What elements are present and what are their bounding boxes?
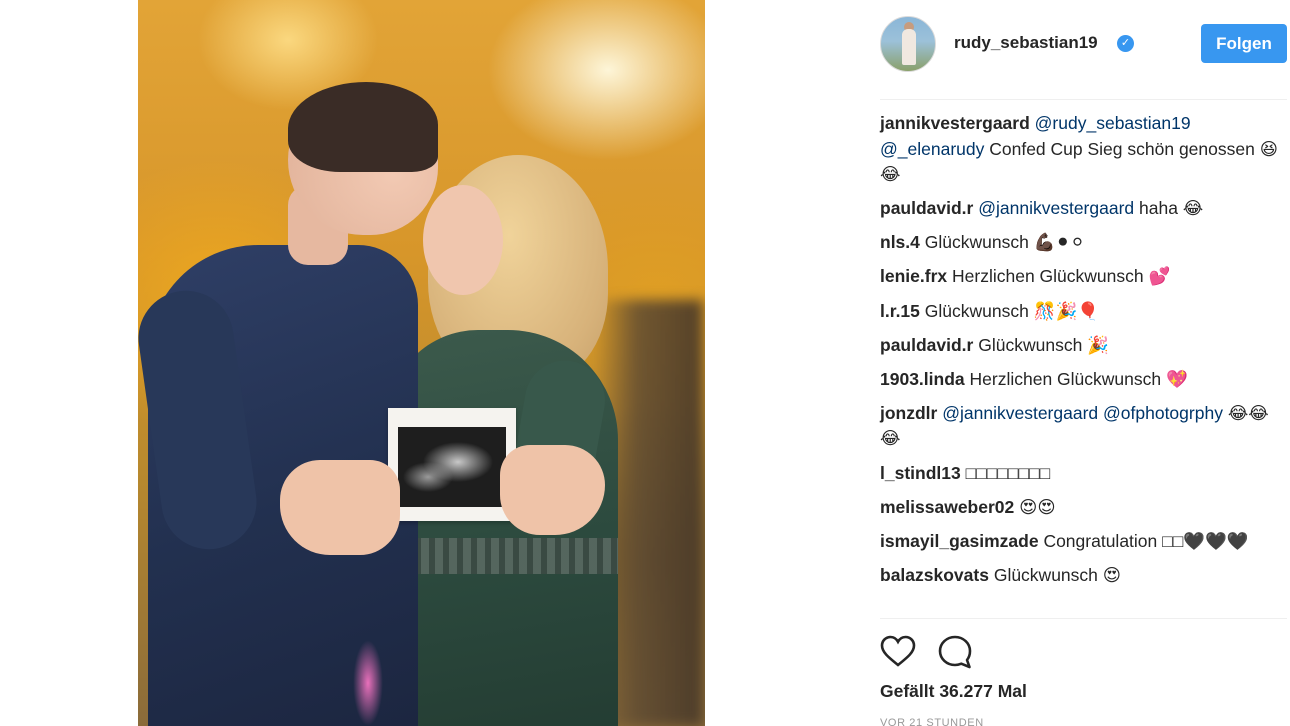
comment-text: Glückwunsch 🎊🎉🎈 [924, 300, 1100, 321]
post-timestamp: VOR 21 STUNDEN [880, 717, 984, 726]
comment-mention-link[interactable]: @_elenarudy [880, 139, 984, 159]
divider [880, 618, 1287, 619]
comment-username[interactable]: pauldavid.r [880, 335, 973, 355]
post-photo[interactable] [138, 0, 705, 726]
username-link[interactable]: rudy_sebastian19 [954, 33, 1098, 53]
comment-text: Glückwunsch 💪🏿⚫⚪ [924, 232, 1085, 253]
divider [880, 99, 1287, 100]
comment-username[interactable]: l.r.15 [880, 301, 920, 321]
comment-text: Herzlichen Glückwunsch 💕 [952, 266, 1171, 287]
comment-username[interactable]: lenie.frx [880, 266, 947, 286]
comment-text: Glückwunsch 😍 [993, 564, 1122, 585]
comment-item: lenie.frx Herzlichen Glückwunsch 💕 [880, 264, 1280, 290]
follow-button[interactable]: Folgen [1201, 24, 1287, 63]
comment-item: nls.4 Glückwunsch 💪🏿⚫⚪ [880, 230, 1280, 256]
comment-item: l.r.15 Glückwunsch 🎊🎉🎈 [880, 299, 1280, 325]
comment-item: pauldavid.r @jannikvestergaard haha 😂 [880, 196, 1280, 222]
dress-belt [393, 538, 618, 574]
like-count[interactable]: Gefällt 36.277 Mal [880, 681, 1027, 702]
comment-item: pauldavid.r Glückwunsch 🎉 [880, 333, 1280, 359]
comment-list: jannikvestergaard @rudy_sebastian19 @_el… [880, 111, 1280, 597]
comment-item: jannikvestergaard @rudy_sebastian19 @_el… [880, 111, 1280, 188]
comment-username[interactable]: jonzdlr [880, 403, 937, 423]
comment-item: 1903.linda Herzlichen Glückwunsch 💖 [880, 367, 1280, 393]
comment-username[interactable]: nls.4 [880, 232, 920, 252]
comment-username[interactable]: pauldavid.r [880, 198, 973, 218]
avatar-body [902, 29, 916, 65]
comment-text: □□□□□□□□ [965, 462, 1051, 483]
heart-icon[interactable] [880, 634, 916, 670]
comment-username[interactable]: l_stindl13 [880, 463, 961, 483]
post-side-panel: rudy_sebastian19 ✓ Folgen jannikvesterga… [880, 0, 1290, 726]
comment-bubble-icon[interactable] [937, 634, 973, 670]
comment-username[interactable]: 1903.linda [880, 369, 965, 389]
comment-username[interactable]: melissaweber02 [880, 497, 1014, 517]
comment-item: balazskovats Glückwunsch 😍 [880, 563, 1280, 589]
lens-flare [353, 640, 383, 726]
comment-text: Congratulation □□🖤🖤🖤 [1043, 530, 1249, 551]
comment-mention-link[interactable]: @jannikvestergaard [942, 403, 1098, 423]
comment-text: Glückwunsch 🎉 [978, 334, 1109, 355]
post-header: rudy_sebastian19 ✓ Folgen [880, 16, 1287, 74]
comment-username[interactable]: jannikvestergaard [880, 113, 1030, 133]
comment-mention-link[interactable]: @jannikvestergaard [978, 198, 1134, 218]
man-hand [280, 460, 400, 555]
comment-item: ismayil_gasimzade Congratulation □□🖤🖤🖤 [880, 529, 1280, 555]
avatar[interactable] [880, 16, 936, 72]
man-hair [288, 82, 438, 172]
comment-mention-link[interactable]: @rudy_sebastian19 [1035, 113, 1191, 133]
comment-username[interactable]: balazskovats [880, 565, 989, 585]
comment-mention-link[interactable]: @ofphotogrphy [1103, 403, 1223, 423]
comment-text: haha 😂 [1139, 198, 1204, 219]
comment-text: 😍😍 [1019, 496, 1056, 517]
woman-face [423, 185, 503, 295]
comment-item: melissaweber02 😍😍 [880, 495, 1280, 521]
comment-text: Herzlichen Glückwunsch 💖 [969, 368, 1188, 389]
comment-username[interactable]: ismayil_gasimzade [880, 531, 1039, 551]
verified-badge-icon: ✓ [1117, 35, 1134, 52]
comment-item: l_stindl13 □□□□□□□□ [880, 461, 1280, 487]
ultrasound-image [398, 427, 506, 507]
comment-item: jonzdlr @jannikvestergaard @ofphotogrphy… [880, 401, 1280, 452]
action-bar [880, 634, 1000, 670]
